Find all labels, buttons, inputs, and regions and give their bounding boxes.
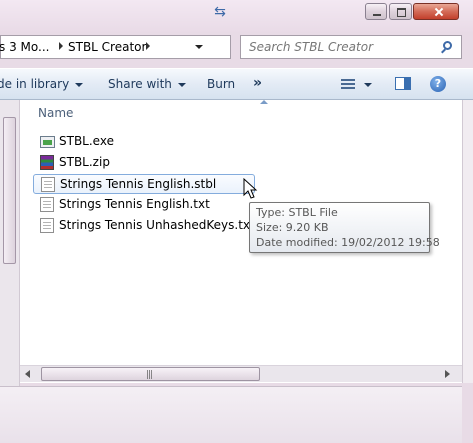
list-item[interactable]: STBL.zip <box>33 153 257 173</box>
scroll-right-icon[interactable] <box>445 370 450 378</box>
tooltip-size: Size: 9.20 KB <box>256 221 329 234</box>
text-file-icon <box>40 197 54 212</box>
list-item[interactable]: Strings Tennis UnhashedKeys.txt <box>33 216 257 236</box>
chevron-down-icon <box>177 82 186 87</box>
change-view-icon[interactable] <box>341 79 355 90</box>
search-placeholder: Search STBL Creator <box>249 40 374 54</box>
file-name: STBL.zip <box>59 155 110 169</box>
scroll-left-icon[interactable] <box>25 370 30 378</box>
tooltip-type: Type: STBL File <box>256 206 338 219</box>
address-bar[interactable]: s 3 Mo... STBL Creator <box>0 35 231 59</box>
file-info-tooltip: Type: STBL File Size: 9.20 KB Date modif… <box>249 202 440 253</box>
column-header-name[interactable]: Name <box>38 106 73 120</box>
file-name: Strings Tennis English.stbl <box>60 177 217 191</box>
exe-icon <box>40 136 55 148</box>
file-name: Strings Tennis English.txt <box>59 197 210 211</box>
more-commands-button[interactable]: » <box>253 75 262 91</box>
refresh-icon[interactable]: ⇆ <box>211 4 229 20</box>
address-dropdown-button[interactable] <box>189 36 209 58</box>
chevron-down-icon <box>75 82 84 87</box>
sort-ascending-icon <box>260 100 268 104</box>
mouse-cursor-icon <box>243 178 258 199</box>
winrar-archive-icon <box>40 155 54 170</box>
details-pane <box>0 386 462 443</box>
horizontal-scrollbar[interactable]: ||| <box>20 365 462 382</box>
preview-pane-icon[interactable] <box>395 77 411 90</box>
burn-button[interactable]: Burn <box>207 77 235 91</box>
search-icon[interactable] <box>443 41 452 50</box>
chevron-right-icon[interactable] <box>146 42 150 50</box>
search-input[interactable]: Search STBL Creator <box>240 35 462 59</box>
include-in-library-button[interactable]: de in library <box>0 77 84 91</box>
document-icon <box>41 177 55 192</box>
share-with-button[interactable]: Share with <box>108 77 186 91</box>
grip-icon: ||| <box>146 370 153 380</box>
window-edge <box>462 100 473 383</box>
list-item[interactable]: Strings Tennis English.txt <box>33 195 257 215</box>
tooltip-date: Date modified: 19/02/2012 19:58 <box>256 236 440 249</box>
list-item-hovered[interactable]: Strings Tennis English.stbl <box>33 174 255 194</box>
close-button[interactable] <box>413 3 459 20</box>
list-item[interactable]: STBL.exe <box>33 132 257 152</box>
text-file-icon <box>40 218 54 233</box>
include-in-library-label: de in library <box>0 77 70 91</box>
chevron-right-icon[interactable] <box>59 42 63 50</box>
help-icon[interactable]: ? <box>430 76 446 92</box>
navigation-pane-scrollbar[interactable] <box>0 100 20 386</box>
scrollbar-thumb[interactable] <box>3 117 16 264</box>
share-with-label: Share with <box>108 77 172 91</box>
file-name: STBL.exe <box>59 134 114 148</box>
breadcrumb-parent[interactable]: s 3 Mo... <box>0 40 49 54</box>
maximize-button[interactable] <box>389 3 412 20</box>
command-toolbar: de in library Share with Burn » ? <box>0 68 473 100</box>
minimize-button[interactable] <box>365 3 387 20</box>
scrollbar-thumb[interactable]: ||| <box>41 367 260 381</box>
breadcrumb-current[interactable]: STBL Creator <box>68 40 146 54</box>
chevron-down-icon[interactable] <box>364 83 372 87</box>
file-name: Strings Tennis UnhashedKeys.txt <box>59 218 255 232</box>
